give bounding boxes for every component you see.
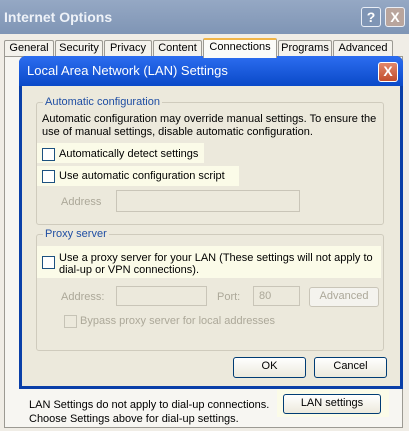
lan-settings-button[interactable]: LAN settings	[283, 394, 381, 414]
tab-privacy[interactable]: Privacy	[104, 40, 152, 56]
proxy-address-label: Address:	[61, 291, 105, 303]
advanced-button[interactable]: Advanced	[309, 287, 379, 307]
use-proxy-checkbox[interactable]	[42, 256, 55, 269]
auto-config-description-1: Automatic configuration may override man…	[42, 113, 377, 125]
use-script-label: Use automatic configuration script	[59, 170, 225, 182]
bypass-checkbox[interactable]	[64, 315, 77, 328]
lan-note-line-2: Choose Settings above for dial-up settin…	[29, 413, 239, 425]
dialog-title: Local Area Network (LAN) Settings	[27, 63, 228, 78]
lan-note-line-1: LAN Settings do not apply to dial-up con…	[29, 399, 270, 411]
outer-window-title: Internet Options	[4, 9, 113, 25]
outer-window-titlebar: Internet Options	[0, 0, 409, 34]
tab-programs[interactable]: Programs	[278, 40, 332, 56]
tab-content[interactable]: Content	[153, 40, 202, 56]
ok-button[interactable]: OK	[233, 357, 306, 378]
auto-detect-checkbox[interactable]	[42, 148, 55, 161]
use-script-checkbox[interactable]	[42, 170, 55, 183]
dialog-titlebar: Local Area Network (LAN) Settings	[19, 56, 403, 86]
proxy-port-label: Port:	[217, 291, 241, 303]
use-proxy-label-2: dial-up or VPN connections).	[59, 264, 200, 276]
lan-note: LAN Settings do not apply to dial-up con…	[29, 398, 269, 426]
auto-config-group-label: Automatic configuration	[43, 95, 162, 109]
tab-security[interactable]: Security	[55, 40, 103, 56]
bypass-label: Bypass proxy server for local addresses	[80, 315, 276, 327]
dialog-body: Automatic configuration Automatic config…	[22, 86, 400, 386]
proxy-port-field[interactable]: 80	[253, 286, 300, 306]
script-address-label: Address	[61, 196, 102, 208]
proxy-group-label: Proxy server	[43, 227, 109, 241]
dialog-close-button[interactable]: X	[378, 62, 398, 82]
help-button[interactable]: ?	[361, 7, 381, 27]
tab-general[interactable]: General	[4, 40, 54, 56]
auto-config-description-2: use of manual settings, disable automati…	[42, 126, 313, 138]
script-address-field[interactable]	[116, 190, 300, 212]
outer-close-button[interactable]: X	[385, 7, 405, 27]
auto-detect-label: Automatically detect settings	[59, 148, 199, 160]
tab-connections[interactable]: Connections	[203, 38, 277, 58]
cancel-button[interactable]: Cancel	[314, 357, 387, 378]
lan-settings-dialog: Local Area Network (LAN) Settings X Auto…	[19, 56, 403, 389]
tab-advanced[interactable]: Advanced	[333, 40, 393, 56]
proxy-address-field[interactable]	[116, 286, 207, 306]
